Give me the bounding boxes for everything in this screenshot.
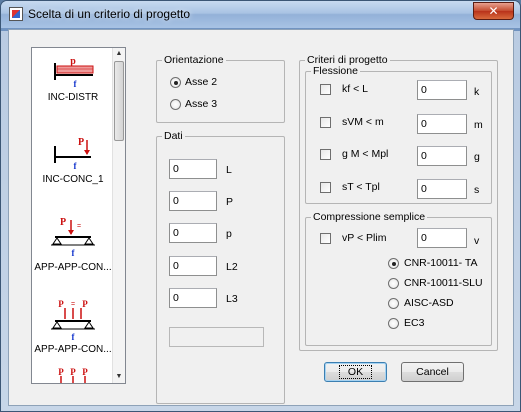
orientazione-group: Orientazione Asse 2 Asse 3 [156,54,285,123]
asse-2-label: Asse 2 [185,76,218,88]
svg-text:p: p [70,56,76,67]
ec3-label: EC3 [404,317,425,329]
dati-label: Dati [162,130,185,142]
list-item[interactable]: P = f APP-APP-CON... [32,214,114,284]
aisc-asd-radio[interactable] [388,298,399,309]
title-bar[interactable]: Scelta di un criterio di progetto ✕ [1,1,520,28]
aisc-asd-label: AISC-ASD [404,297,454,309]
gm-label: g M < Mpl [342,148,389,160]
flessione-label: Flessione [311,65,360,77]
g-field[interactable]: 0 [417,146,467,166]
l3-unit: L3 [226,293,238,305]
svg-text:f: f [72,332,76,342]
k-unit: k [474,86,480,98]
m-unit: m [474,119,483,131]
k-field[interactable]: 0 [417,80,467,100]
vp-checkbox[interactable] [320,233,331,244]
result-field [169,327,264,347]
ec3-radio[interactable] [388,318,399,329]
simply-supported-multiple-loads-icon: P P = f [51,299,95,342]
s-unit: s [474,184,480,196]
p-upper-field[interactable]: 0 [169,191,217,211]
l3-field[interactable]: 0 [169,288,217,308]
cancel-button[interactable]: Cancel [401,362,464,382]
g-unit: g [474,151,480,163]
l-field[interactable]: 0 [169,159,217,179]
svg-text:f: f [74,161,78,171]
svg-text:P: P [82,367,88,377]
p-lower-unit: p [226,228,232,240]
l2-field[interactable]: 0 [169,256,217,276]
svg-text:P: P [70,367,76,377]
scroll-up-arrow-icon[interactable]: ▲ [113,48,125,60]
cantilever-concentrated-load-icon: P f [54,137,91,171]
cnr-slu-radio[interactable] [388,278,399,289]
s-field[interactable]: 0 [417,179,467,199]
app-icon [9,7,23,21]
compressione-label: Compressione semplice [311,211,428,223]
st-checkbox[interactable] [320,182,331,193]
l2-unit: L2 [226,261,238,273]
v-field[interactable]: 0 [417,228,467,248]
svg-text:f: f [72,248,76,258]
svm-checkbox[interactable] [320,117,331,128]
svg-text:=: = [77,223,81,230]
close-button[interactable]: ✕ [473,2,514,20]
orientazione-label: Orientazione [162,54,226,66]
m-field[interactable]: 0 [417,114,467,134]
ok-button[interactable]: OK [324,362,387,382]
cnr-slu-label: CNR-10011-SLU [404,277,483,289]
cantilever-distributed-load-icon: p f [54,56,94,89]
list-item[interactable]: P P = f APP-APP-CON... [32,298,114,368]
list-item[interactable]: P P P [32,367,114,383]
dialog-window: Scelta di un criterio di progetto ✕ p f … [0,0,521,412]
compressione-group: Compressione semplice vP < Plim 0 v CNR-… [305,211,492,346]
window-title: Scelta di un criterio di progetto [28,7,191,21]
simply-supported-concentrated-load-icon: P = f [51,217,95,258]
asse-3-label: Asse 3 [185,98,218,110]
scheme-list[interactable]: p f INC-DISTR P f INC-CONC_1 P = f APP-A… [31,47,126,384]
list-scrollbar[interactable]: ▲ ▼ [112,48,125,383]
list-item-label: INC-CONC_1 [42,174,104,185]
simply-supported-three-loads-icon: P P P [58,367,88,383]
asse-3-radio[interactable] [170,99,181,110]
kf-label: kf < L [342,83,368,95]
svg-text:P: P [58,299,64,309]
kf-checkbox[interactable] [320,84,331,95]
svg-text:P: P [78,137,84,148]
p-upper-unit: P [226,196,234,208]
svg-text:P: P [58,367,64,377]
svg-text:P: P [60,217,66,228]
svg-text:f: f [74,79,78,89]
list-item-label: APP-APP-CON... [34,262,112,273]
svm-label: sVM < m [342,116,384,128]
cnr-ta-radio[interactable] [388,258,399,269]
svg-text:P: P [82,299,88,309]
list-item-label: APP-APP-CON... [34,344,112,355]
list-item[interactable]: p f INC-DISTR [32,56,114,118]
v-unit: v [474,235,480,247]
p-lower-field[interactable]: 0 [169,223,217,243]
flessione-group: Flessione kf < L 0 k sVM < m 0 m g M < M… [305,65,492,204]
ok-button-label: OK [338,365,373,379]
criteri-group: Criteri di progetto Flessione kf < L 0 k… [299,54,498,351]
st-label: sT < Tpl [342,181,380,193]
dati-group: Dati 0 L 0 P 0 p 0 L2 0 L3 [156,130,285,404]
dialog-client-area: p f INC-DISTR P f INC-CONC_1 P = f APP-A… [8,29,514,406]
scroll-thumb[interactable] [114,61,124,141]
l-unit: L [226,164,232,176]
list-item-label: INC-DISTR [47,92,99,103]
scroll-down-arrow-icon[interactable]: ▼ [113,371,125,383]
list-item[interactable]: P f INC-CONC_1 [32,136,114,198]
gm-checkbox[interactable] [320,149,331,160]
cnr-ta-label: CNR-10011- TA [404,257,478,269]
svg-text:=: = [71,301,75,308]
asse-2-radio[interactable] [170,77,181,88]
vp-label: vP < Plim [342,232,387,244]
